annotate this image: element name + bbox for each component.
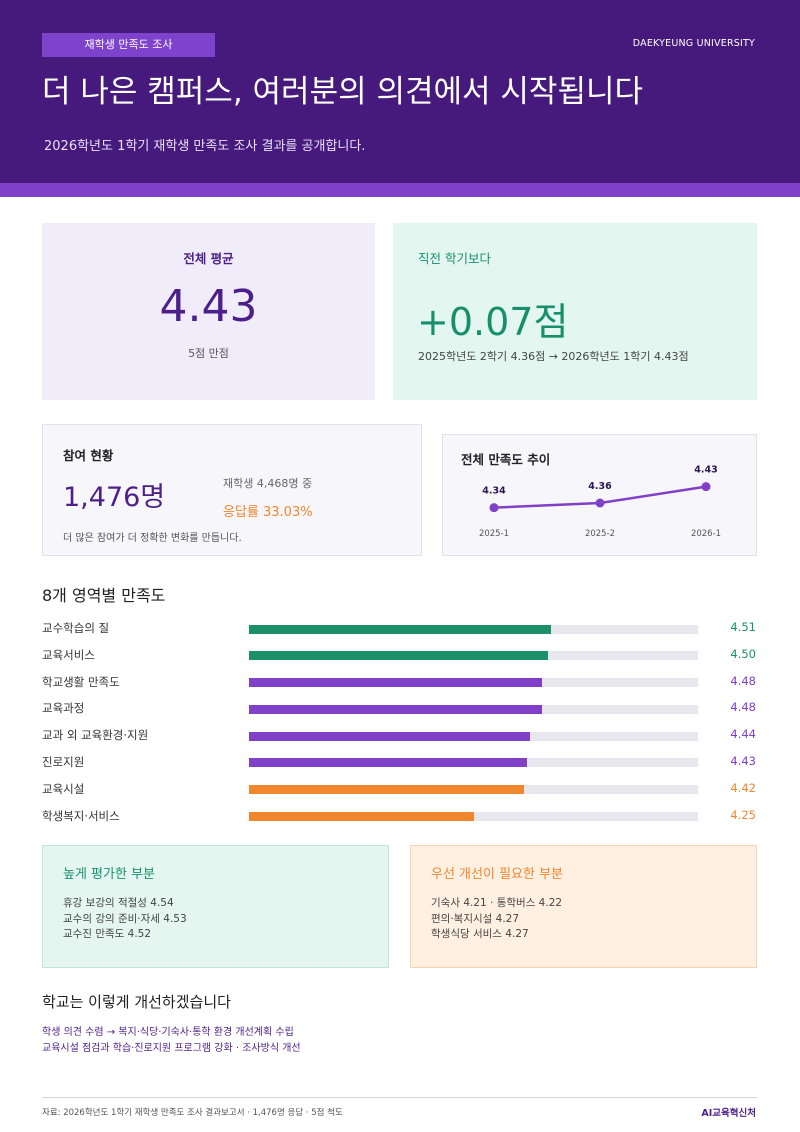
bar-fill <box>249 624 552 634</box>
bar-value-label: 4.48 <box>730 700 756 715</box>
bar-fill <box>249 704 543 714</box>
plan-line-1: 학생 의견 수렴 → 복지·식당·기숙사·통학 환경 개선계획 수립 <box>42 1027 294 1038</box>
trend-line-chart: 4.34 2025-1 4.36 2025-2 4.43 2026-1 <box>479 465 721 539</box>
overall-average-label: 전체 평균 <box>183 251 234 266</box>
bar-category-label: 학생복지·서비스 <box>42 808 120 823</box>
university-name: DAEKYEUNG UNIVERSITY <box>632 38 755 49</box>
bar-row: 진로지원 4.43 <box>42 751 758 778</box>
bar-category-label: 진로지원 <box>42 754 85 769</box>
header-banner: 재학생 만족도 조사 DAEKYEUNG UNIVERSITY 더 나은 캠퍼스… <box>0 0 800 183</box>
participation-card: 참여 현황 1,476명 재학생 4,468명 중 응답률 33.03% 더 많… <box>42 424 422 556</box>
bar-row: 교육시설 4.42 <box>42 778 758 805</box>
bar-row: 교수학습의 질 4.51 <box>42 617 758 644</box>
bar-fill <box>249 812 474 822</box>
trend-x-tick-label: 2025-2 <box>585 529 615 539</box>
bar-track <box>249 624 698 634</box>
trend-value-label: 4.43 <box>694 465 717 476</box>
overall-average-note: 5점 만점 <box>188 347 229 360</box>
bar-row: 교육서비스 4.50 <box>42 644 758 671</box>
areas-section-title: 8개 영역별 만족도 <box>42 586 166 605</box>
bar-track <box>249 731 698 741</box>
bar-fill <box>249 678 543 688</box>
overall-average-card: 전체 평균 4.43 5점 만점 <box>42 223 375 400</box>
bar-value-label: 4.50 <box>730 646 756 661</box>
bar-track <box>249 678 698 688</box>
footer-organization: AI교육혁신처 <box>701 1108 756 1119</box>
bar-fill <box>249 758 528 768</box>
bar-value-label: 4.43 <box>730 753 756 768</box>
bar-row: 학생복지·서비스 4.25 <box>42 805 758 832</box>
header-accent-strip <box>0 183 800 197</box>
semester-change-value: +0.07점 <box>417 300 569 344</box>
bar-category-label: 학교생활 만족도 <box>42 674 120 689</box>
bar-value-label: 4.51 <box>730 620 756 634</box>
bar-track <box>249 812 698 822</box>
list-item: 기숙사 4.21 · 통학버스 4.22 <box>431 897 563 909</box>
bar-fill <box>249 785 525 795</box>
trend-point <box>489 503 499 513</box>
page-subline: 2026학년도 1학기 재학생 만족도 조사 결과를 공개합니다. <box>44 139 366 154</box>
list-item: 편의·복지시설 4.27 <box>431 912 520 925</box>
plan-title: 학교는 이렇게 개선하겠습니다 <box>42 993 231 1011</box>
bar-row: 학교생활 만족도 4.48 <box>42 671 758 698</box>
bar-track <box>249 758 698 768</box>
participation-count: 1,476명 <box>63 482 166 513</box>
bar-track <box>249 704 698 714</box>
trend-value-label: 4.36 <box>588 481 612 492</box>
bar-category-label: 교육서비스 <box>42 647 95 662</box>
semester-change-card: 직전 학기보다 +0.07점 2025학년도 2학기 4.36점 → 2026학… <box>393 223 757 400</box>
bar-fill <box>249 651 549 661</box>
list-item: 학생식당 서비스 4.27 <box>431 928 529 940</box>
improvements-list: 기숙사 4.21 · 통학버스 4.22 편의·복지시설 4.27 학생식당 서… <box>431 896 562 943</box>
strengths-title: 높게 평가한 부분 <box>63 867 155 882</box>
footer-source: 자료: 2026학년도 1학기 재학생 만족도 조사 결과보고서 · 1,476… <box>42 1108 343 1118</box>
bar-value-label: 4.42 <box>730 780 756 795</box>
bar-category-label: 교수학습의 질 <box>42 621 110 635</box>
bar-category-label: 교육과정 <box>42 701 85 716</box>
bar-value-label: 4.48 <box>730 673 756 688</box>
semester-change-note: 2025학년도 2학기 4.36점 → 2026학년도 1학기 4.43점 <box>418 350 689 363</box>
plan-line-2: 교육시설 점검과 학습·진로지원 프로그램 강화 · 조사방식 개선 <box>42 1043 301 1054</box>
bar-value-label: 4.25 <box>730 807 756 822</box>
overall-average-value: 4.43 <box>159 281 258 332</box>
list-item: 교수의 강의 준비·자세 4.53 <box>63 912 187 925</box>
list-item: 휴강 보강의 적절성 4.54 <box>63 897 174 909</box>
participation-students: 재학생 4,468명 중 <box>223 477 313 490</box>
participation-title: 참여 현황 <box>63 448 114 463</box>
list-item: 교수진 만족도 4.52 <box>63 928 152 940</box>
strengths-card: 높게 평가한 부분 휴강 보강의 적절성 4.54 교수의 강의 준비·자세 4… <box>42 845 389 968</box>
participation-rate: 응답률 33.03% <box>223 505 313 520</box>
bar-track <box>249 785 698 795</box>
strengths-list: 휴강 보강의 적절성 4.54 교수의 강의 준비·자세 4.53 교수진 만족… <box>63 896 187 943</box>
footer-divider <box>42 1097 757 1098</box>
improvements-card: 우선 개선이 필요한 부분 기숙사 4.21 · 통학버스 4.22 편의·복지… <box>410 845 757 968</box>
trend-point <box>595 498 605 508</box>
trend-point <box>701 482 711 492</box>
trend-x-tick-label: 2026-1 <box>691 529 721 539</box>
bar-category-label: 교과 외 교육환경·지원 <box>42 728 149 743</box>
trend-value-label: 4.34 <box>482 486 506 497</box>
area-bar-chart: 교수학습의 질 4.51 교육서비스 4.50 학교생활 만족도 4.48 교육과정 4.48… <box>42 617 758 831</box>
participation-note: 더 많은 참여가 더 정확한 변화를 만듭니다. <box>63 533 242 544</box>
improvements-title: 우선 개선이 필요한 부분 <box>431 867 563 882</box>
page-headline: 더 나은 캠퍼스, 여러분의 의견에서 시작됩니다 <box>42 74 644 110</box>
bar-row: 교과 외 교육환경·지원 4.44 <box>42 724 758 751</box>
bar-track <box>249 651 698 661</box>
trend-card: 전체 만족도 추이 4.34 2025-1 4.36 2025-2 4.43 2026-1 <box>442 434 757 556</box>
survey-tag: 재학생 만족도 조사 <box>42 33 215 57</box>
semester-change-label: 직전 학기보다 <box>418 251 491 266</box>
bar-fill <box>249 731 531 741</box>
bar-category-label: 교육시설 <box>42 781 85 796</box>
bar-value-label: 4.44 <box>730 727 756 742</box>
bar-row: 교육과정 4.48 <box>42 697 758 724</box>
trend-x-tick-label: 2025-1 <box>479 529 509 539</box>
